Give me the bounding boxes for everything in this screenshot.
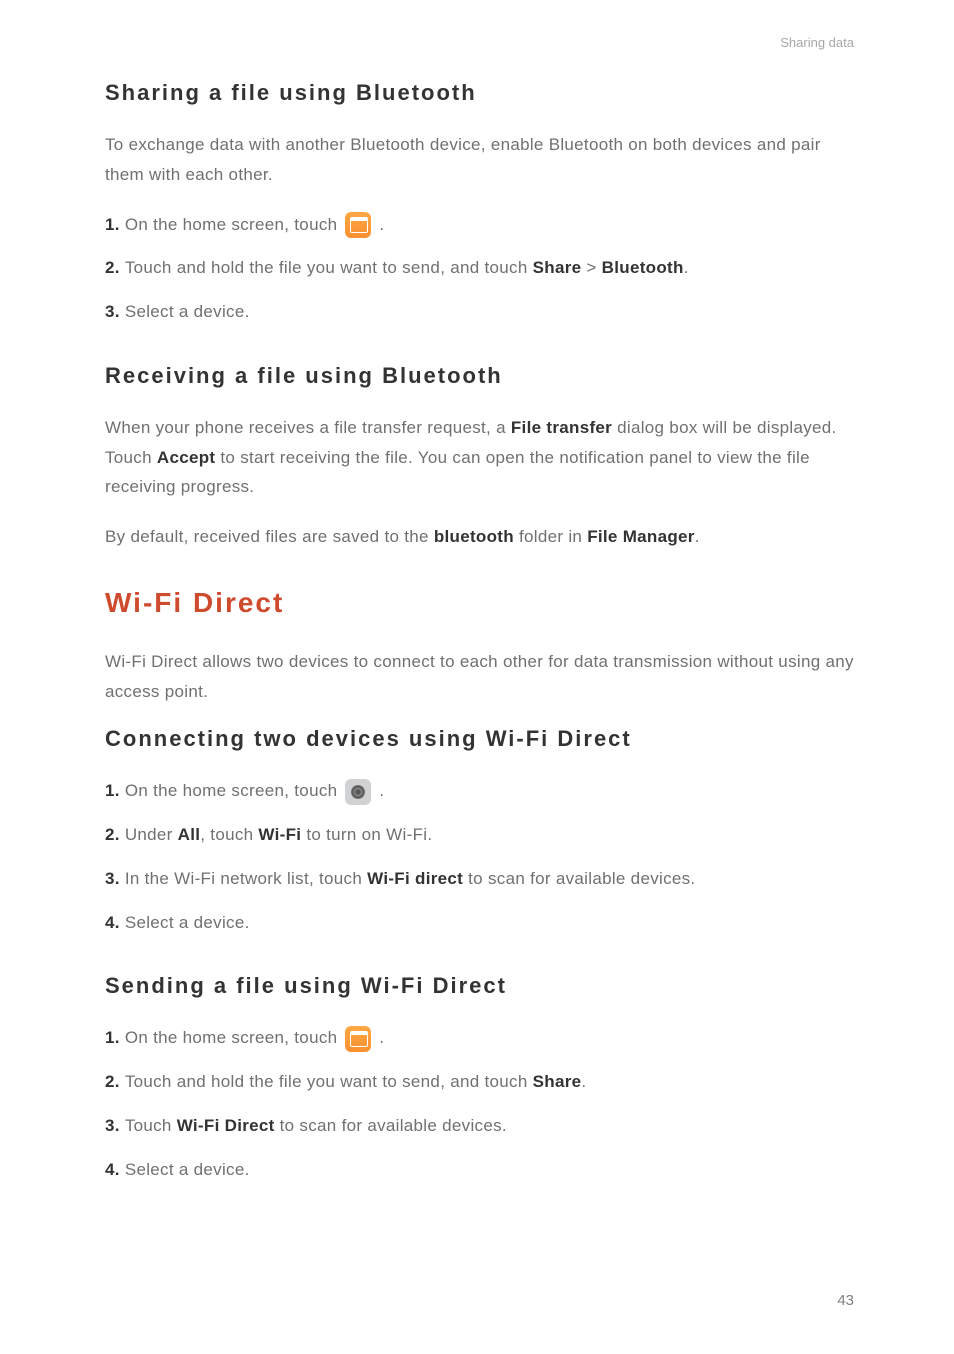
page-header: Sharing data — [105, 35, 854, 50]
step-d4: 4. Select a device. — [105, 1155, 854, 1185]
text: By default, received files are saved to … — [105, 527, 434, 546]
separator: > — [581, 258, 601, 277]
share-label: Share — [533, 258, 582, 277]
text: Touch and hold the file you want to send… — [125, 1072, 533, 1091]
step-a1: 1. On the home screen, touch . — [105, 210, 854, 240]
step-a2: 2. Touch and hold the file you want to s… — [105, 253, 854, 283]
all-label: All — [178, 825, 201, 844]
step-text: On the home screen, touch — [125, 215, 343, 234]
file-manager-label: File Manager — [587, 527, 695, 546]
text: Under — [125, 825, 178, 844]
page-number: 43 — [837, 1292, 854, 1309]
step-d3: 3. Touch Wi-Fi Direct to scan for availa… — [105, 1111, 854, 1141]
text: . — [695, 527, 700, 546]
text: to scan for available devices. — [463, 869, 695, 888]
step-number: 3. — [105, 869, 125, 888]
text: to scan for available devices. — [275, 1116, 507, 1135]
step-c2: 2. Under All, touch Wi-Fi to turn on Wi-… — [105, 820, 854, 850]
step-text-end: . — [374, 1028, 384, 1047]
intro-wifi-direct: Wi-Fi Direct allows two devices to conne… — [105, 647, 854, 707]
step-d1: 1. On the home screen, touch . — [105, 1023, 854, 1053]
step-number: 1. — [105, 781, 125, 800]
step-text-end: . — [684, 258, 689, 277]
heading-connecting-wifi: Connecting two devices using Wi-Fi Direc… — [105, 726, 854, 752]
text: . — [581, 1072, 586, 1091]
step-number: 1. — [105, 215, 125, 234]
files-app-icon — [345, 212, 371, 238]
para-receiving-1: When your phone receives a file transfer… — [105, 413, 854, 502]
step-number: 3. — [105, 302, 125, 321]
share-label: Share — [533, 1072, 582, 1091]
step-c1: 1. On the home screen, touch . — [105, 776, 854, 806]
step-number: 2. — [105, 258, 125, 277]
file-transfer-label: File transfer — [511, 418, 612, 437]
heading-sharing-bluetooth: Sharing a file using Bluetooth — [105, 80, 854, 106]
heading-wifi-direct: Wi-Fi Direct — [105, 587, 854, 619]
files-app-icon — [345, 1026, 371, 1052]
step-text: On the home screen, touch — [125, 781, 343, 800]
step-text: Select a device. — [125, 302, 250, 321]
step-number: 4. — [105, 913, 125, 932]
step-c4: 4. Select a device. — [105, 908, 854, 938]
step-text-end: . — [374, 781, 384, 800]
step-text: Touch and hold the file you want to send… — [125, 258, 533, 277]
step-text-end: . — [374, 215, 384, 234]
step-text: Select a device. — [125, 913, 250, 932]
intro-sharing-bluetooth: To exchange data with another Bluetooth … — [105, 130, 854, 190]
text: folder in — [514, 527, 587, 546]
step-text: On the home screen, touch — [125, 1028, 343, 1047]
wifi-direct-label: Wi-Fi Direct — [177, 1116, 275, 1135]
bluetooth-folder-label: bluetooth — [434, 527, 514, 546]
heading-sending-wifi: Sending a file using Wi-Fi Direct — [105, 973, 854, 999]
accept-label: Accept — [157, 448, 216, 467]
step-number: 4. — [105, 1160, 125, 1179]
step-number: 3. — [105, 1116, 125, 1135]
step-number: 2. — [105, 825, 125, 844]
step-number: 2. — [105, 1072, 125, 1091]
text: When your phone receives a file transfer… — [105, 418, 511, 437]
step-a3: 3. Select a device. — [105, 297, 854, 327]
step-number: 1. — [105, 1028, 125, 1047]
step-c3: 3. In the Wi-Fi network list, touch Wi-F… — [105, 864, 854, 894]
text: Touch — [125, 1116, 177, 1135]
bluetooth-label: Bluetooth — [602, 258, 684, 277]
text: , touch — [200, 825, 258, 844]
wifi-label: Wi-Fi — [258, 825, 301, 844]
settings-app-icon — [345, 779, 371, 805]
para-receiving-2: By default, received files are saved to … — [105, 522, 854, 552]
text: In the Wi-Fi network list, touch — [125, 869, 367, 888]
step-d2: 2. Touch and hold the file you want to s… — [105, 1067, 854, 1097]
text: to turn on Wi-Fi. — [301, 825, 432, 844]
step-text: Select a device. — [125, 1160, 250, 1179]
heading-receiving-bluetooth: Receiving a file using Bluetooth — [105, 363, 854, 389]
wifi-direct-label: Wi-Fi direct — [367, 869, 463, 888]
